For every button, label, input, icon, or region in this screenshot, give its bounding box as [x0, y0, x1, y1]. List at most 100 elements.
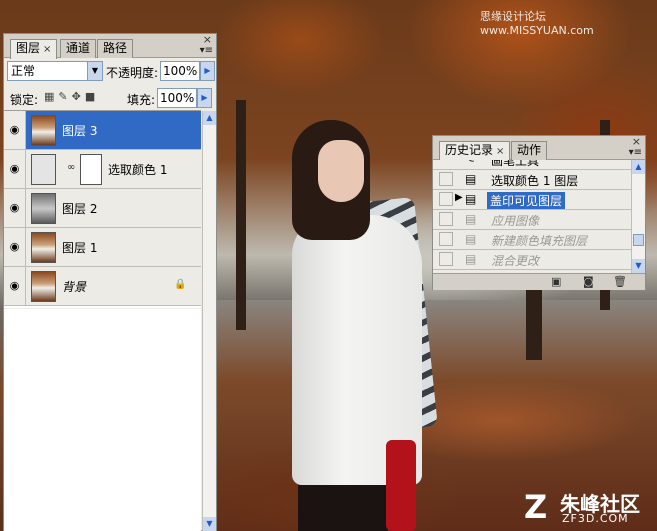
blend-opacity-row: 正常 ▼ 不透明度: 100% ▶ [7, 61, 215, 83]
history-snapshot-checkbox[interactable] [439, 212, 453, 226]
layer-mask-thumbnail [80, 154, 102, 185]
layer-name: 背景 [62, 280, 87, 294]
opacity-input[interactable]: 100% [160, 61, 200, 81]
scroll-up-icon[interactable]: ▲ [203, 111, 216, 125]
history-item[interactable]: ▤ 混合更改 [433, 250, 631, 270]
history-item[interactable]: ▤ 新建颜色填充图层 [433, 230, 631, 250]
tab-layers[interactable]: 图层 × [10, 39, 58, 59]
tab-history-label: 历史记录 [445, 143, 494, 157]
tab-paths[interactable]: 路径 [97, 39, 134, 58]
history-snapshot-checkbox[interactable] [439, 232, 453, 246]
trash-icon[interactable]: 🗑 [613, 275, 627, 288]
tab-actions[interactable]: 动作 [511, 141, 548, 160]
tab-channels-label: 通道 [66, 41, 91, 55]
blend-mode-select[interactable]: 正常 ▼ [7, 61, 103, 81]
scroll-down-icon[interactable]: ▼ [632, 259, 645, 273]
lock-paint-icon[interactable]: ✎ [58, 90, 71, 103]
lock-icon: 🔒 [174, 279, 187, 290]
camera-snapshot-icon[interactable]: ◙ [583, 275, 594, 288]
tab-paths-label: 路径 [103, 41, 128, 55]
history-item-label: 选取颜色 1 图层 [491, 174, 579, 188]
eye-icon[interactable]: ◉ [4, 150, 26, 188]
history-item-label: 混合更改 [491, 254, 540, 268]
brand-logo-icon: Z [524, 488, 548, 526]
tab-close-icon[interactable]: × [496, 146, 504, 157]
layer-row[interactable]: ◉ ∞ 选取颜色 1 [4, 150, 201, 189]
lock-all-icon[interactable]: ■ [85, 90, 99, 103]
history-item[interactable]: ▶ ▤ 盖印可见图层 [433, 190, 631, 210]
layers-list: ◉ 图层 3 ◉ ∞ 选取颜色 1 ◉ 图层 2 ◉ 图层 1 ◉ 背景 🔒 [4, 110, 201, 308]
history-item-label: 新建颜色填充图层 [491, 234, 588, 248]
scroll-down-icon[interactable]: ▼ [203, 517, 216, 531]
history-item[interactable]: ▤ 应用图像 [433, 210, 631, 230]
eye-icon[interactable]: ◉ [4, 228, 26, 266]
opacity-slider-arrow-icon[interactable]: ▶ [200, 61, 215, 81]
layer-name: 选取颜色 1 [108, 163, 168, 177]
adjustment-layer-icon [31, 154, 56, 185]
fill-input[interactable]: 100% [157, 88, 197, 108]
fill-slider-arrow-icon[interactable]: ▶ [197, 88, 212, 108]
lock-options: ▦✎✥■ [44, 90, 99, 103]
layer-name: 图层 1 [62, 241, 98, 255]
history-scrollbar[interactable]: ▲ ▼ [631, 160, 645, 273]
fill-label: 填充: [127, 93, 156, 107]
scroll-up-icon[interactable]: ▲ [632, 160, 645, 174]
layer-thumbnail [31, 271, 56, 302]
lock-label: 锁定: [10, 93, 39, 107]
history-footer: ▣ ◙ 🗑 [433, 273, 645, 290]
history-item-label: 应用图像 [491, 214, 540, 228]
history-snapshot-checkbox[interactable] [439, 192, 453, 206]
history-snapshot-checkbox[interactable] [439, 252, 453, 266]
lock-position-icon[interactable]: ✥ [72, 90, 85, 103]
document-icon: ▤ [465, 252, 477, 266]
tab-channels[interactable]: 通道 [60, 39, 97, 58]
face [318, 140, 364, 202]
brand-logo: Z 朱峰社区 ZF3D.COM [524, 488, 654, 528]
tab-actions-label: 动作 [517, 143, 542, 157]
layer-row[interactable]: ◉ 背景 🔒 [4, 267, 201, 306]
layer-thumbnail [31, 193, 56, 224]
document-icon: ▤ [465, 232, 477, 246]
eye-icon[interactable]: ◉ [4, 111, 26, 149]
eye-icon[interactable]: ◉ [4, 189, 26, 227]
layer-thumbnail [31, 232, 56, 263]
link-chain-icon[interactable]: ∞ [67, 162, 75, 173]
layers-scrollbar[interactable]: ▲ ▼ [202, 111, 216, 531]
history-snapshot-checkbox[interactable] [439, 172, 453, 186]
layers-empty-area [4, 309, 201, 531]
tree-trunk [236, 100, 246, 330]
history-item[interactable]: ✎ 画笔工具 [433, 160, 631, 170]
history-tabbar: 历史记录 × 动作 × ▾≡ [433, 135, 645, 161]
scroll-thumb[interactable] [633, 234, 644, 246]
lock-transparent-icon[interactable]: ▦ [44, 90, 58, 103]
layer-thumbnail [31, 115, 56, 146]
document-icon: ▤ [465, 172, 477, 186]
brand-url: ZF3D.COM [562, 512, 629, 525]
tab-history[interactable]: 历史记录 × [439, 141, 511, 161]
brush-icon: ✎ [465, 160, 479, 167]
history-item-label: 盖印可见图层 [487, 192, 566, 209]
document-icon: ▤ [465, 212, 477, 226]
layers-panel: 图层 × 通道 路径 × ▾≡ 正常 ▼ 不透明度: 100% ▶ 锁定: ▦✎✥… [3, 33, 217, 531]
layer-row[interactable]: ◉ 图层 1 [4, 228, 201, 267]
eye-icon[interactable]: ◉ [4, 267, 26, 305]
tab-close-icon[interactable]: × [43, 44, 51, 55]
layer-name: 图层 3 [62, 124, 98, 138]
panel-menu-icon[interactable]: ▾≡ [200, 45, 213, 56]
layer-row[interactable]: ◉ 图层 3 [4, 111, 201, 150]
history-list: ✎ 画笔工具 ▤ 选取颜色 1 图层 ▶ ▤ 盖印可见图层 ▤ 应用图像 ▤ 新… [433, 160, 631, 273]
history-panel: 历史记录× 动作 × ▾≡ ✎ 画笔工具 ▤ 选取颜色 1 图层 ▶ ▤ 盖印可… [432, 135, 646, 290]
history-state-marker-icon: ▶ [455, 192, 463, 203]
new-document-from-state-icon[interactable]: ▣ [551, 275, 561, 288]
history-item[interactable]: ▤ 选取颜色 1 图层 [433, 170, 631, 190]
document-icon: ▤ [465, 192, 477, 206]
panel-menu-icon[interactable]: ▾≡ [629, 147, 642, 158]
opacity-label: 不透明度: [106, 66, 159, 80]
legs [298, 485, 388, 531]
layer-row[interactable]: ◉ 图层 2 [4, 189, 201, 228]
tab-layers-label: 图层 [16, 41, 41, 55]
chevron-down-icon[interactable]: ▼ [87, 62, 102, 80]
red-bag [386, 440, 416, 531]
layer-name: 图层 2 [62, 202, 98, 216]
history-item-label: 画笔工具 [491, 160, 540, 168]
